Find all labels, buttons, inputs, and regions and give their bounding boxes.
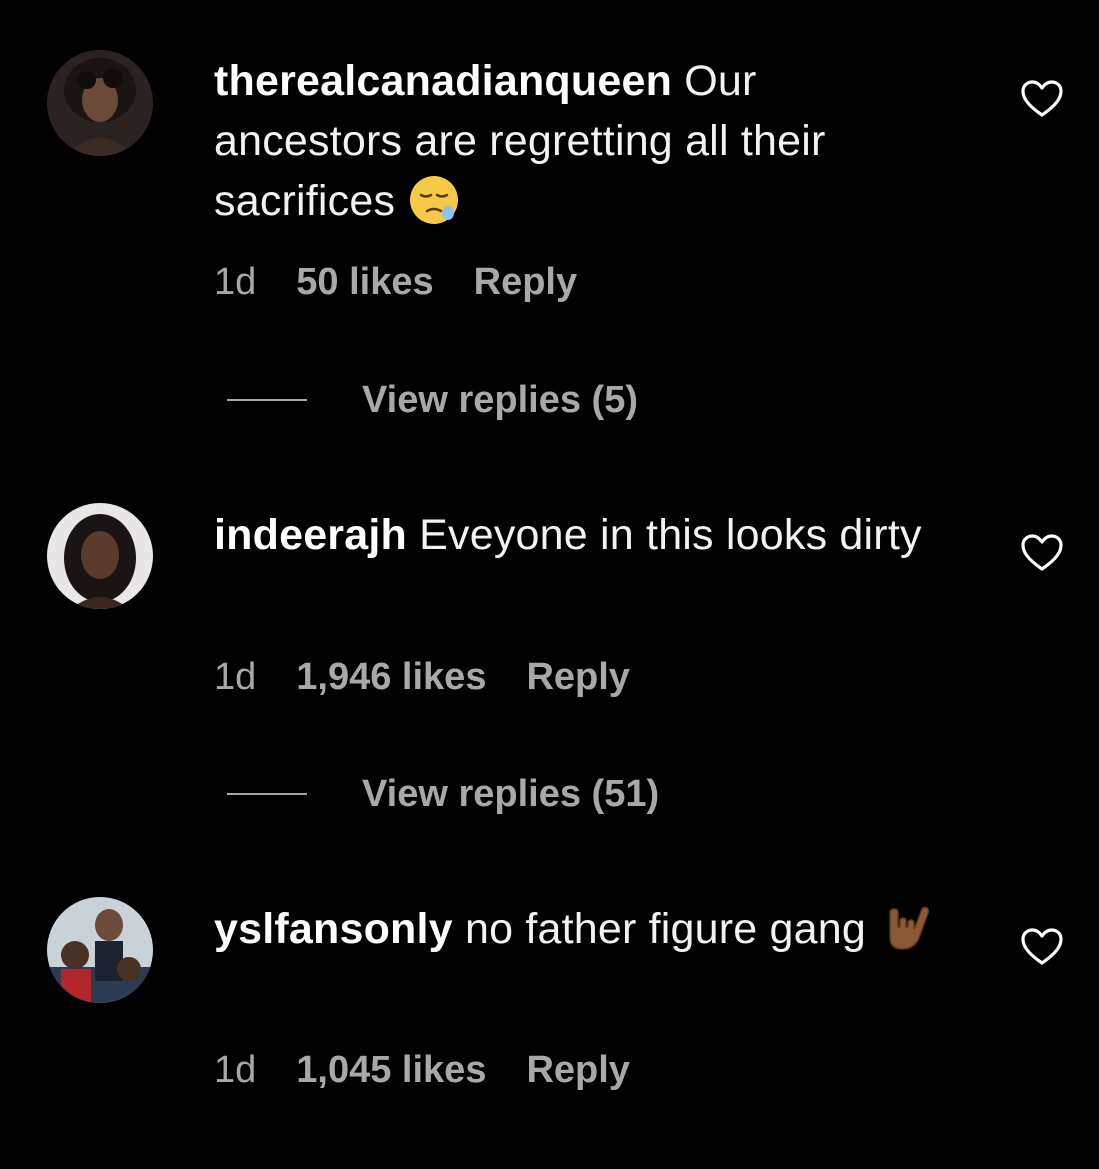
comment-body: yslfansonly no father figure gang	[214, 899, 954, 959]
comment-meta: 1d 1,045 likes Reply	[214, 1048, 630, 1092]
comment-meta: 1d 1,946 likes Reply	[214, 655, 630, 699]
comment-body: indeerajh Eveyone in this looks dirty	[214, 505, 954, 565]
heart-outline-icon[interactable]	[1020, 533, 1064, 573]
avatar[interactable]	[47, 50, 153, 156]
comment-text: Eveyone in this looks dirty	[419, 511, 922, 559]
sign-of-horns-emoji	[878, 901, 932, 955]
comment-time: 1d	[214, 656, 257, 698]
view-replies-button[interactable]: View replies (5)	[227, 378, 638, 422]
comment-time: 1d	[214, 261, 257, 303]
heart-outline-icon[interactable]	[1020, 79, 1064, 119]
comment-username[interactable]: therealcanadianqueen	[214, 57, 672, 105]
reply-button[interactable]: Reply	[526, 1049, 629, 1091]
heart-outline-icon[interactable]	[1020, 927, 1064, 967]
comment-time: 1d	[214, 1049, 257, 1091]
comment-likes[interactable]: 50 likes	[296, 261, 433, 303]
comment-body: therealcanadianqueen Our ancestors are r…	[214, 51, 954, 231]
reply-button[interactable]: Reply	[526, 656, 629, 698]
avatar[interactable]	[47, 897, 153, 1003]
sleepy-face-emoji	[407, 173, 461, 227]
view-replies-label: View replies (51)	[362, 772, 660, 815]
comment-meta: 1d 50 likes Reply	[214, 260, 577, 304]
view-replies-button[interactable]: View replies (51)	[227, 772, 659, 816]
reply-button[interactable]: Reply	[474, 261, 577, 303]
comment-likes[interactable]: 1,045 likes	[296, 1049, 486, 1091]
view-replies-label: View replies (5)	[362, 378, 638, 421]
view-replies-line	[227, 399, 307, 401]
avatar[interactable]	[47, 503, 153, 609]
view-replies-line	[227, 793, 307, 795]
comment-likes[interactable]: 1,946 likes	[296, 656, 486, 698]
comment-username[interactable]: yslfansonly	[214, 905, 453, 953]
comment-text: no father figure gang	[464, 905, 867, 953]
comment-username[interactable]: indeerajh	[214, 511, 407, 559]
